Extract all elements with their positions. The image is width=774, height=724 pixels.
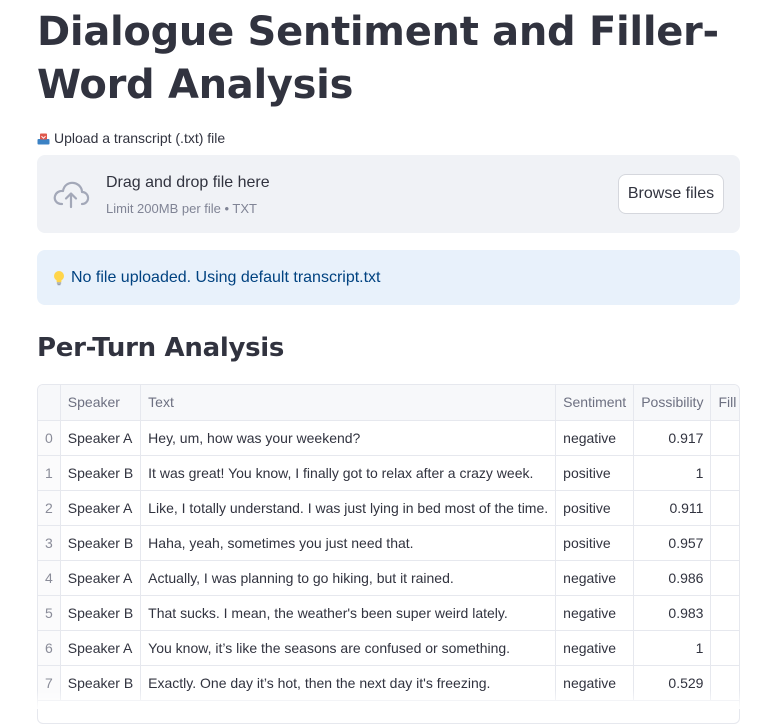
table-cell-text[interactable]: It was great! You know, I finally got to… [140, 455, 557, 491]
table-cell-speaker[interactable]: Speaker A [60, 420, 142, 456]
table-row[interactable]: 4 Speaker A Actually, I was planning to go… [38, 560, 739, 596]
column-header[interactable] [38, 385, 61, 421]
dropzone-limit: Limit 200MB per file • TXT [106, 201, 257, 216]
page-title: Dialogue Sentiment and Filler-Word Analy… [37, 9, 719, 108]
table-cell-sentiment[interactable]: positive [555, 455, 635, 491]
table-cell-sentiment[interactable]: negative [555, 630, 635, 666]
table-cell-possibility[interactable]: 0.911 [633, 490, 712, 526]
table-cell-possibility[interactable]: 0.983 [633, 595, 712, 631]
table-cell-text[interactable]: You know, it’s like the seasons are conf… [140, 630, 557, 666]
file-dropzone[interactable]: Drag and drop file here Limit 200MB per … [37, 155, 740, 233]
table-cell-possibility[interactable]: 0.986 [633, 560, 712, 596]
table-cell-index[interactable]: 0 [38, 420, 61, 456]
table-cell-text[interactable]: Actually, I was planning to go hiking, b… [140, 560, 557, 596]
table-cell-fill[interactable] [710, 525, 739, 561]
info-alert: No file uploaded. Using default transcri… [37, 250, 740, 305]
table-cell-sentiment[interactable]: negative [555, 595, 635, 631]
column-header[interactable]: Possibility [633, 385, 712, 421]
table-header-row: Speaker Text Sentiment Possibility Fill [38, 385, 739, 421]
table-row[interactable]: 6 Speaker A You know, it’s like the season… [38, 630, 739, 666]
table-row[interactable]: 3 Speaker B Haha, yeah, sometimes you just… [38, 525, 739, 561]
table-cell-speaker[interactable]: Speaker A [60, 630, 142, 666]
inbox-tray-icon [37, 132, 50, 145]
table-cell-text[interactable]: Hey, um, how was your weekend? [140, 420, 557, 456]
table-cell-index[interactable]: 1 [38, 455, 61, 491]
table-cell-fill[interactable] [710, 595, 739, 631]
table-cell-index[interactable]: 5 [38, 595, 61, 631]
table-cell-possibility[interactable]: 1 [633, 630, 712, 666]
table-row[interactable]: 5 Speaker B That sucks. I mean, the weathe… [38, 595, 739, 631]
table-row[interactable]: 2 Speaker A Like, I totally understand. I … [38, 490, 739, 526]
lightbulb-icon [53, 270, 65, 286]
info-message: No file uploaded. Using default transcri… [71, 268, 381, 286]
column-header[interactable]: Text [140, 385, 557, 421]
table-cell-speaker[interactable]: Speaker B [60, 595, 142, 631]
table-cell-index[interactable]: 4 [38, 560, 61, 596]
table-cell-fill[interactable] [710, 560, 739, 596]
bottom-fade [0, 690, 774, 709]
table-cell-text[interactable]: Haha, yeah, sometimes you just need that… [140, 525, 557, 561]
analysis-grid: Speaker Text Sentiment Possibility Fill 0 Spe… [38, 385, 739, 701]
table-cell-sentiment[interactable]: negative [555, 560, 635, 596]
table-row[interactable]: 1 Speaker B It was great! You know, I fina… [38, 455, 739, 491]
table-cell-speaker[interactable]: Speaker A [60, 490, 142, 526]
cloud-upload-icon [52, 177, 90, 211]
table-cell-speaker[interactable]: Speaker B [60, 525, 142, 561]
table-cell-possibility[interactable]: 0.957 [633, 525, 712, 561]
table-cell-speaker[interactable]: Speaker B [60, 455, 142, 491]
table-cell-fill[interactable] [710, 420, 739, 456]
browse-files-button[interactable]: Browse files [618, 174, 724, 214]
table-row[interactable]: 0 Speaker A Hey, um, how was your weekend?… [38, 420, 739, 456]
uploader-label-text: Upload a transcript (.txt) file [54, 130, 226, 146]
table-cell-fill[interactable] [710, 455, 739, 491]
column-header[interactable]: Sentiment [555, 385, 635, 421]
table-cell-index[interactable]: 2 [38, 490, 61, 526]
table-cell-index[interactable]: 3 [38, 525, 61, 561]
table-cell-possibility[interactable]: 0.917 [633, 420, 712, 456]
table-cell-speaker[interactable]: Speaker A [60, 560, 142, 596]
table-cell-text[interactable]: Like, I totally understand. I was just l… [140, 490, 557, 526]
table-cell-sentiment[interactable]: positive [555, 525, 635, 561]
dropzone-title: Drag and drop file here [106, 174, 270, 191]
analysis-table[interactable]: Speaker Text Sentiment Possibility Fill 0 Spe… [37, 384, 740, 724]
table-cell-sentiment[interactable]: positive [555, 490, 635, 526]
table-cell-fill[interactable] [710, 630, 739, 666]
uploader-label: Upload a transcript (.txt) file [37, 130, 225, 146]
column-header[interactable]: Speaker [60, 385, 142, 421]
table-cell-index[interactable]: 6 [38, 630, 61, 666]
section-heading: Per-Turn Analysis [37, 333, 285, 363]
column-header[interactable]: Fill [710, 385, 739, 421]
table-cell-possibility[interactable]: 1 [633, 455, 712, 491]
table-cell-sentiment[interactable]: negative [555, 420, 635, 456]
table-cell-text[interactable]: That sucks. I mean, the weather's been s… [140, 595, 557, 631]
table-cell-fill[interactable] [710, 490, 739, 526]
